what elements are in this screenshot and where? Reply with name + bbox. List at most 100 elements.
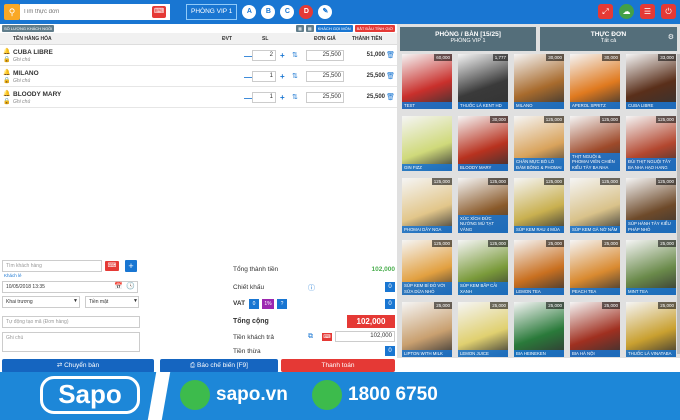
tab-d[interactable]: D [299,5,314,19]
copy-icon[interactable]: ⧉ [308,333,313,341]
lock-icon[interactable]: 🔒 [3,56,10,63]
increase-qty-button[interactable]: + [280,72,285,81]
trash-icon[interactable]: 🗑 [386,72,395,80]
chevron-down-icon: ▼ [133,298,138,304]
rooms-title: PHÒNG / BÀN [15/25] [435,31,501,38]
trash-icon[interactable]: 🗑 [386,93,395,101]
add-customer-button[interactable]: + [125,260,137,272]
menu-item-tile[interactable]: 25,000 BIA HÀ NỘI [570,302,620,357]
menu-item-tile[interactable]: 60,000 TEST [402,54,452,109]
vat-option-0[interactable]: 0 [249,299,259,309]
menu-item-tile[interactable]: 1,777 THUỐC LÁ KENT HD [458,54,508,109]
split-icon[interactable]: ⇅ [292,93,298,101]
edit-icon[interactable]: ✎ [318,5,333,19]
menu-item-tile[interactable]: 33,000 CUBA LIBRE [626,54,676,109]
toolbar-icon-a[interactable]: ▦ [296,25,304,32]
payment-method-select[interactable]: Tiền mặt [85,296,139,308]
decrease-qty-button[interactable]: — [244,94,252,103]
decrease-qty-button[interactable]: — [244,52,252,61]
tab-b[interactable]: B [261,5,276,19]
menu-item-price: 25,000 [602,240,620,247]
menu-item-tile[interactable]: 25,000 LIPTON WITH MILK [402,302,452,357]
menu-item-name: ĐÙI THỊT NGUỘI TÂY BA NHA HẠO HANG [626,158,676,171]
qty-input[interactable]: 2 [252,50,276,61]
info-icon[interactable]: ⓘ [308,283,315,293]
menu-item-tile[interactable]: 25,000 PEACH TEA [570,240,620,295]
menu-item-tile[interactable]: 125,000 SÚP KEM BÍ ĐỎ VỚI SỮA DỪA NHỎ [402,240,452,295]
menu-item-tile[interactable]: 125,000 SÚP KEM GÀ NỜ NẤM [570,178,620,233]
power-icon[interactable]: ⏻ [661,4,676,19]
toolbar-icon-b[interactable]: ▦ [305,25,314,32]
cash-icon[interactable]: ⌨ [322,333,332,341]
menu-search-input[interactable] [20,4,170,20]
menu-item-tile[interactable]: 125,000 CHÂN MỰC BÒ LÒ ĐÁM BÔNG & PHOMAI [514,116,564,171]
send-to-kitchen-button[interactable]: ⎙ Báo chế biến [F9] [160,359,278,373]
increase-qty-button[interactable]: + [280,93,285,102]
menu-item-tile[interactable]: 125,000 SÚP KEM RAU 4 MÙA [514,178,564,233]
menu-icon[interactable]: ☰ [640,4,655,19]
price-input[interactable]: 25,500 [306,92,344,103]
item-note[interactable]: Ghi chú [13,57,30,63]
search-icon[interactable]: ⚲ [4,4,20,20]
qty-input[interactable]: 1 [252,71,276,82]
cloud-icon[interactable]: ☁ [619,4,634,19]
price-input[interactable]: 25,500 [306,71,344,82]
lock-icon[interactable]: 🔒 [3,98,10,105]
menu-item-tile[interactable]: 125,000 PHOMAI DÂY NGA [402,178,452,233]
item-note[interactable]: Ghi chú [13,99,30,105]
tab-c[interactable]: C [280,5,295,19]
table-row[interactable]: 🔔 🔒 MILANO Ghi chú — 1 + ⇅ 25,500 25,500… [0,66,397,87]
channel-select[interactable]: Khai trương [2,296,80,308]
menu-item-tile[interactable]: 25,000 MINT TEA [626,240,676,295]
order-code-input[interactable]: Tự động tạo mã (Đơn hàng) [2,316,140,328]
table-row[interactable]: 🔔 🔒 BLOODY MARY Ghi chú — 1 + ⇅ 25,500 2… [0,87,397,108]
tab-a[interactable]: A [242,5,257,19]
decrease-qty-button[interactable]: — [244,73,252,82]
customer-card-icon[interactable]: ⌨ [105,261,119,271]
menu-item-tile[interactable]: 30,000 APEROL SPRITZ [570,54,620,109]
customer-search-input[interactable]: Tìm khách hàng [2,260,102,272]
settings-icon[interactable]: ⚙ [668,33,674,41]
paid-input[interactable]: 102,000 [335,331,395,342]
transfer-table-button[interactable]: ⇄ Chuyển bàn [2,359,154,373]
menu-item-tile[interactable]: 25,000 BIA HEINEKEN [514,302,564,357]
lock-icon[interactable]: 🔒 [3,77,10,84]
guest-order-tag[interactable]: KHÁCH GỌI MÓN [315,25,353,32]
calendar-icon[interactable]: 📅 [114,282,123,290]
fullscreen-icon[interactable]: ⤢ [598,4,613,19]
price-input[interactable]: 25,500 [306,50,344,61]
discount-value[interactable]: 0 [385,282,395,292]
bell-icon[interactable]: 🔔 [3,48,10,55]
guest-count-tag[interactable]: SỐ LƯỢNG KHÁCH NGỒI [2,25,55,32]
split-icon[interactable]: ⇅ [292,72,298,80]
current-table-label[interactable]: PHÒNG VIP 1 [186,4,238,20]
pay-button[interactable]: Thanh toán [281,359,395,372]
tab-menu[interactable]: THỰC ĐƠN Tất cả [540,27,677,51]
start-timer-tag[interactable]: BẮT ĐẦU TÍNH GIỜ [354,25,395,32]
menu-item-tile[interactable]: 125,000 ĐÙI THỊT NGUỘI TÂY BA NHA HẠO HAN… [626,116,676,171]
menu-item-tile[interactable]: 125,000 XÚC XÍCH ĐỨC NƯỚNG MÙ TẠT VÀNG [458,178,508,233]
item-note[interactable]: Ghi chú [13,78,30,84]
menu-item-tile[interactable]: 30,000 BLOODY MARY [458,116,508,171]
menu-item-tile[interactable]: 30,000 MILANO [514,54,564,109]
bell-icon[interactable]: 🔔 [3,90,10,97]
trash-icon[interactable]: 🗑 [386,51,395,59]
menu-item-tile[interactable]: 125,000 THỊT NGUỘI & PHOMAI VIÊN CHIÊN KI… [570,116,620,171]
vat-help[interactable]: ? [277,299,287,309]
menu-item-tile[interactable]: 125,000 SÚP HÀNH TÂY KIỂU PHÁP NHỎ [626,178,676,233]
note-textarea[interactable]: Ghi chú [2,332,140,352]
split-icon[interactable]: ⇅ [292,51,298,59]
bell-icon[interactable]: 🔔 [3,69,10,76]
menu-item-tile[interactable]: 125,000 SÚP KEM BẮP CẢI XANH [458,240,508,295]
keyboard-icon[interactable]: ⌨ [152,6,166,18]
clock-icon[interactable]: 🕓 [126,282,135,290]
menu-item-tile[interactable]: 25,000 LEMON TEA [514,240,564,295]
vat-option-1[interactable]: 1% [262,299,274,309]
increase-qty-button[interactable]: + [280,51,285,60]
menu-item-tile[interactable]: 25,000 LEMON JUICE [458,302,508,357]
tab-rooms[interactable]: PHÒNG / BÀN [15/25] PHÒNG VIP 1 [400,27,536,51]
qty-input[interactable]: 1 [252,92,276,103]
menu-item-tile[interactable]: GIN FIZZ [402,116,452,171]
table-row[interactable]: 🔔 🔒 CUBA LIBRE Ghi chú — 2 + ⇅ 25,500 51… [0,45,397,66]
menu-item-tile[interactable]: 25,000 THUỐC LÁ VINATABA [626,302,676,357]
